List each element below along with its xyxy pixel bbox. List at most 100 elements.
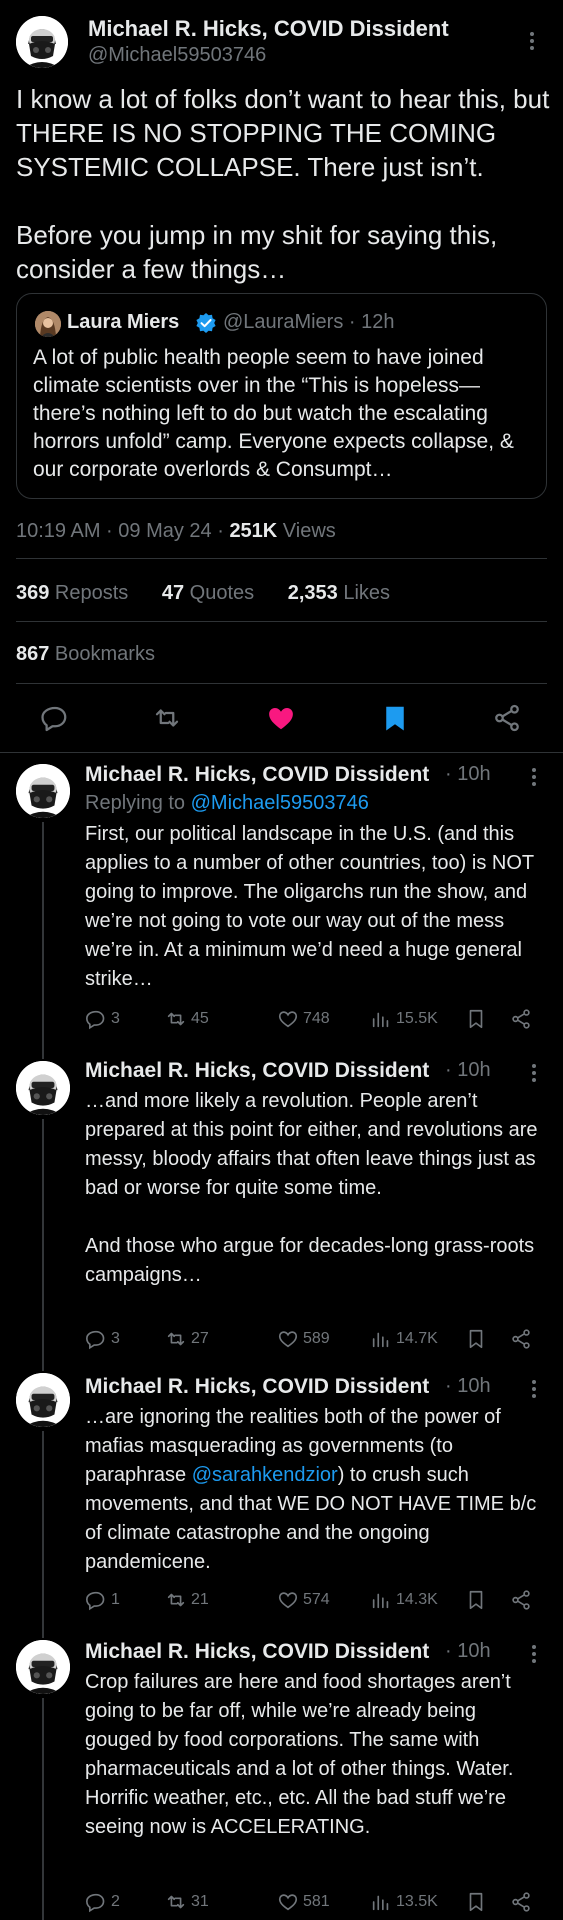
repost-icon	[155, 709, 179, 727]
verified-badge-icon	[196, 313, 216, 333]
more-options-icon[interactable]	[530, 768, 538, 786]
more-options-icon[interactable]	[530, 1645, 538, 1663]
share-button[interactable]	[510, 1588, 536, 1612]
reply-post: Michael R. Hicks, COVID Dissident · 10h …	[0, 1610, 563, 1920]
heart-icon	[278, 1592, 298, 1609]
reposts-stat[interactable]: 369 Reposts	[16, 582, 142, 604]
quotes-stat[interactable]: 47 Quotes	[162, 582, 268, 604]
avatar[interactable]	[16, 1373, 70, 1427]
author-handle[interactable]: @Michael59503746	[88, 44, 266, 67]
repost-button[interactable]: 31	[165, 1890, 209, 1914]
quoted-author-handle: @LauraMiers · 12h	[223, 311, 395, 333]
action-bar: 1 21 574 14.3K	[85, 1588, 555, 1612]
views-button[interactable]: 15.5K	[370, 1007, 438, 1031]
share-icon	[512, 1590, 530, 1610]
thread-line	[42, 1610, 44, 1638]
avatar[interactable]	[16, 1061, 70, 1115]
more-options-icon[interactable]	[530, 1064, 538, 1082]
mention-link[interactable]: @sarahkendzior	[192, 1464, 338, 1486]
views-label: Views	[277, 520, 336, 542]
post-time[interactable]: · 10h	[445, 1640, 491, 1663]
post-meta: 10:19 AM · 09 May 24 · 251K Views	[16, 520, 336, 543]
reply-button[interactable]	[40, 703, 70, 733]
repost-icon	[167, 1012, 185, 1026]
views-chart-icon	[372, 1895, 389, 1911]
repost-icon	[167, 1593, 185, 1607]
quoted-text: A lot of public health people seem to ha…	[33, 346, 514, 481]
reply-post: Michael R. Hicks, COVID Dissident · 10h …	[0, 752, 563, 1041]
thread-line	[42, 1041, 44, 1059]
like-button[interactable]: 748	[277, 1007, 330, 1031]
replying-to: Replying to @Michael59503746	[85, 792, 369, 814]
views-count: 251K	[229, 520, 278, 542]
reply-button[interactable]: 2	[85, 1890, 120, 1914]
reply-post: Michael R. Hicks, COVID Dissident · 10h …	[0, 1340, 563, 1612]
avatar[interactable]	[16, 1640, 70, 1694]
more-options-icon[interactable]	[530, 1380, 538, 1398]
share-button[interactable]	[510, 1007, 536, 1031]
bookmark-icon	[469, 1892, 483, 1912]
views-chart-icon	[372, 1012, 389, 1028]
like-button[interactable]: 581	[277, 1890, 330, 1914]
views-button[interactable]: 13.5K	[370, 1890, 438, 1914]
post-time[interactable]: · 10h	[445, 1059, 491, 1082]
post-text: …are ignoring the realities both of the …	[85, 1406, 537, 1573]
views-chart-icon	[372, 1593, 389, 1609]
divider	[16, 621, 547, 622]
reply-button[interactable]: 1	[85, 1588, 120, 1612]
post-time[interactable]: · 10h	[445, 1375, 491, 1398]
reply-post: Michael R. Hicks, COVID Dissident · 10h …	[0, 1041, 563, 1350]
thread-line	[42, 1431, 44, 1610]
share-icon	[512, 1892, 530, 1912]
views-button[interactable]: 14.3K	[370, 1588, 438, 1612]
repost-icon	[167, 1895, 185, 1909]
repost-button[interactable]: 21	[165, 1588, 209, 1612]
masked-person-avatar-icon	[16, 16, 68, 68]
share-button[interactable]	[492, 703, 522, 733]
reply-button[interactable]: 3	[85, 1007, 120, 1031]
author-name[interactable]: Michael R. Hicks, COVID Dissident	[85, 763, 429, 787]
repost-button[interactable]: 45	[165, 1007, 209, 1031]
share-button[interactable]	[510, 1890, 536, 1914]
quoted-post[interactable]: Laura Miers @LauraMiers · 12h A lot of p…	[16, 293, 547, 499]
bookmark-button[interactable]	[465, 1588, 491, 1612]
bookmark-button[interactable]	[465, 1007, 491, 1031]
replying-handle-link[interactable]: @Michael59503746	[191, 792, 369, 814]
likes-stat[interactable]: 2,353 Likes	[288, 582, 404, 604]
share-icon	[495, 704, 519, 732]
masked-person-avatar-icon	[16, 764, 70, 818]
reply-icon	[86, 1893, 105, 1913]
avatar[interactable]	[16, 764, 70, 818]
post-time[interactable]: · 10h	[445, 763, 491, 786]
like-button[interactable]	[266, 703, 296, 733]
person-avatar-icon	[35, 311, 61, 337]
author-name[interactable]: Michael R. Hicks, COVID Dissident	[88, 16, 449, 42]
share-icon	[512, 1009, 530, 1029]
divider	[16, 683, 547, 684]
bookmark-button[interactable]	[380, 703, 410, 733]
post-text: …and more likely a revolution. People ar…	[85, 1090, 538, 1286]
author-name[interactable]: Michael R. Hicks, COVID Dissident	[85, 1375, 429, 1399]
bookmark-icon	[469, 1590, 483, 1610]
thread-line	[42, 822, 44, 1041]
like-button[interactable]: 574	[277, 1588, 330, 1612]
heart-filled-icon	[269, 708, 293, 730]
bookmark-filled-icon	[386, 706, 404, 731]
author-name[interactable]: Michael R. Hicks, COVID Dissident	[85, 1059, 429, 1083]
bookmark-icon	[469, 1009, 483, 1029]
bookmark-button[interactable]	[465, 1890, 491, 1914]
avatar[interactable]	[16, 16, 68, 68]
action-bar: 3 45 748 15.5K	[85, 1007, 555, 1031]
reply-icon	[86, 1010, 105, 1030]
reply-icon	[86, 1591, 105, 1611]
post-text: Crop failures are here and food shortage…	[85, 1671, 514, 1838]
masked-person-avatar-icon	[16, 1061, 70, 1115]
repost-button[interactable]	[152, 703, 182, 733]
heart-icon	[278, 1011, 298, 1028]
more-options-icon[interactable]	[528, 32, 536, 52]
bookmarks-stat[interactable]: 867 Bookmarks	[16, 643, 155, 666]
thread-line	[42, 1340, 44, 1371]
post-text: I know a lot of folks don’t want to hear…	[16, 84, 550, 284]
timestamp[interactable]: 10:19 AM · 09 May 24 ·	[16, 520, 229, 542]
author-name[interactable]: Michael R. Hicks, COVID Dissident	[85, 1640, 429, 1664]
